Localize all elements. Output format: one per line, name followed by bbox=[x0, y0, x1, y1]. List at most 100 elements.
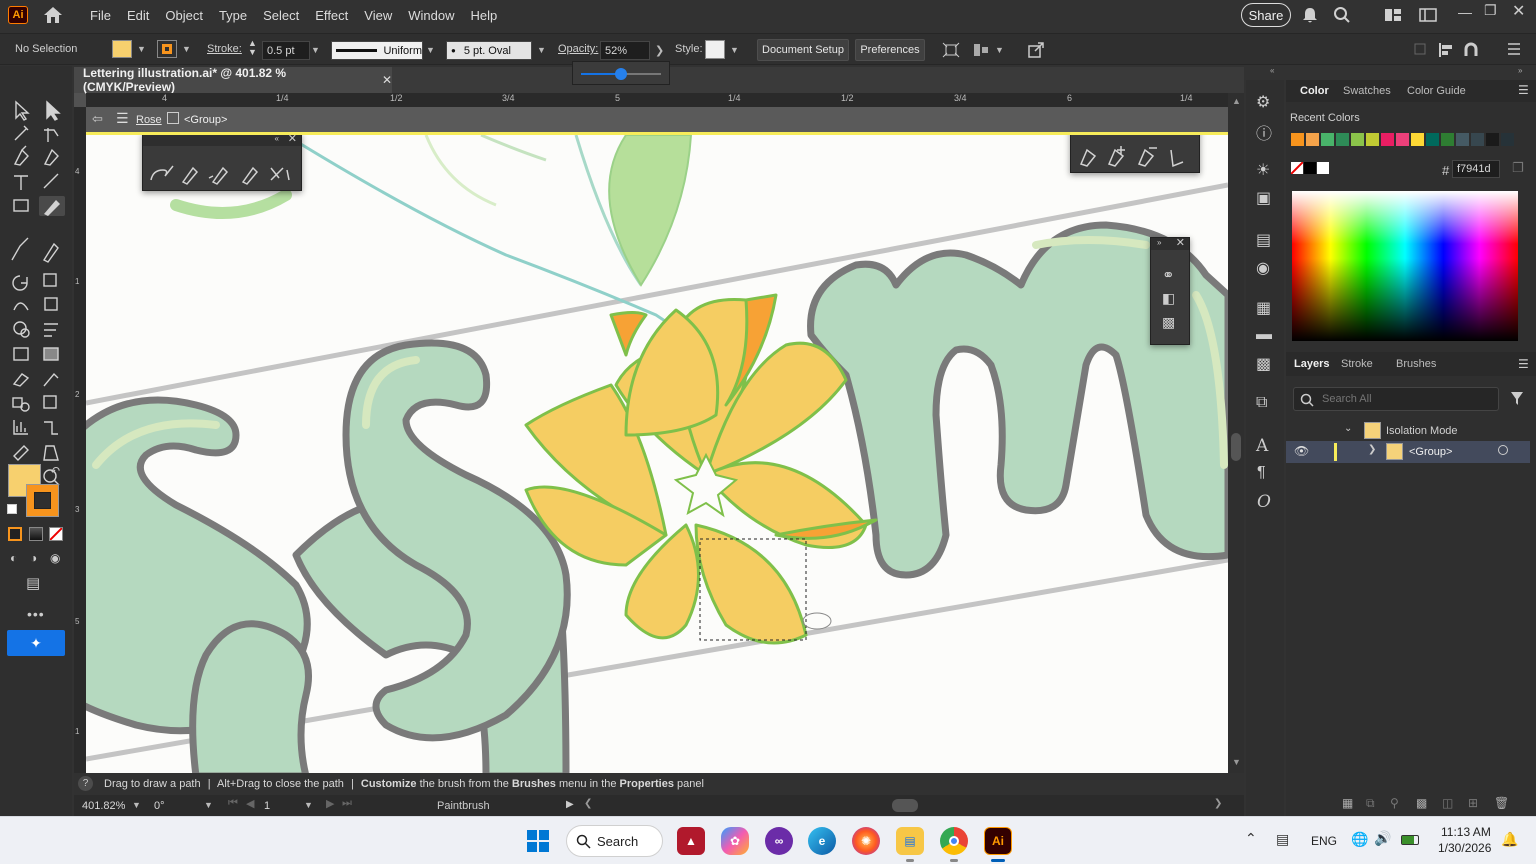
scroll-up-icon[interactable]: ▲ bbox=[1232, 96, 1241, 106]
hex-input[interactable]: f7941d bbox=[1452, 160, 1500, 178]
stroke-stepper-icon[interactable]: ▲ ▼ bbox=[248, 39, 257, 57]
chevron-down-icon[interactable]: ▼ bbox=[311, 45, 320, 55]
menu-object[interactable]: Object bbox=[157, 8, 211, 23]
menu-help[interactable]: Help bbox=[462, 8, 505, 23]
chevron-down-icon[interactable]: ▼ bbox=[204, 800, 213, 810]
network-icon[interactable]: 🌐 bbox=[1351, 831, 1368, 848]
chevron-right-icon[interactable]: ❯ bbox=[655, 44, 664, 57]
chevron-down-icon[interactable]: ▼ bbox=[426, 45, 435, 55]
black-swatch[interactable] bbox=[1304, 162, 1316, 174]
chevron-down-icon[interactable]: ▼ bbox=[182, 44, 191, 54]
restore-icon[interactable]: ❐ bbox=[1484, 2, 1497, 19]
opacity-slider-thumb[interactable] bbox=[615, 68, 627, 80]
appearance-icon[interactable]: ☀ bbox=[1256, 160, 1270, 180]
preferences-button[interactable]: Preferences bbox=[855, 39, 925, 61]
scroll-down-icon[interactable]: ▼ bbox=[1232, 757, 1241, 767]
selection-mode-icon[interactable]: ▩ bbox=[1162, 314, 1175, 331]
recent-color-swatch[interactable] bbox=[1426, 133, 1439, 146]
last-artboard-icon[interactable]: ⏭ bbox=[342, 797, 352, 810]
language-indicator[interactable]: ENG bbox=[1311, 834, 1337, 848]
breadcrumb-rose[interactable]: Rose bbox=[136, 114, 162, 126]
clock-time[interactable]: 11:13 AM bbox=[1441, 825, 1491, 839]
gradient-panel-icon[interactable]: ▤ bbox=[1256, 230, 1271, 250]
layers-search[interactable] bbox=[1293, 387, 1499, 411]
arrange-documents-icon[interactable] bbox=[1384, 8, 1402, 22]
tab-color-guide[interactable]: Color Guide bbox=[1407, 85, 1466, 97]
variable-width-profile[interactable]: Uniform bbox=[331, 41, 423, 60]
tab-brushes[interactable]: Brushes bbox=[1396, 358, 1436, 370]
chevron-down-icon[interactable]: ▼ bbox=[730, 45, 739, 55]
lasso-select-icon[interactable]: ⚭ bbox=[1162, 266, 1175, 284]
locate-object-icon[interactable]: ⚲ bbox=[1390, 796, 1399, 810]
close-panel-icon[interactable]: ✕ bbox=[288, 135, 297, 145]
panel-menu-icon[interactable]: ☰ bbox=[1518, 83, 1529, 97]
minimize-icon[interactable]: — bbox=[1458, 4, 1472, 20]
character-panel-icon[interactable]: A bbox=[1256, 436, 1268, 456]
menu-select[interactable]: Select bbox=[255, 8, 307, 23]
volume-icon[interactable]: 🔊 bbox=[1374, 830, 1391, 847]
floating-side-panel[interactable]: » ✕ ⚭ ◧ ▩ bbox=[1150, 237, 1190, 345]
menu-file[interactable]: File bbox=[82, 8, 119, 23]
layer-row-isolation[interactable]: ⌄ Isolation Mode bbox=[1286, 420, 1536, 441]
edge-icon[interactable]: e bbox=[808, 827, 836, 855]
gradient-mode-icon[interactable] bbox=[29, 527, 43, 541]
eye-icon[interactable]: 👁 bbox=[1294, 444, 1309, 458]
bell-icon[interactable] bbox=[1301, 6, 1319, 24]
align-icon[interactable] bbox=[972, 42, 992, 58]
recent-color-swatch[interactable] bbox=[1396, 133, 1409, 146]
screen-mode-icon[interactable]: ▤ bbox=[26, 574, 40, 592]
taskbar-search[interactable]: Search bbox=[566, 825, 663, 857]
tab-layers[interactable]: Layers bbox=[1294, 358, 1329, 370]
opacity-input[interactable]: 52% bbox=[600, 41, 650, 60]
color-mode-icon[interactable] bbox=[8, 527, 22, 541]
delete-layer-icon[interactable]: 🗑 bbox=[1494, 796, 1509, 810]
collapse-icon[interactable]: « bbox=[275, 135, 279, 143]
menu-effect[interactable]: Effect bbox=[307, 8, 356, 23]
swap-colors-icon[interactable]: ↶ bbox=[50, 464, 60, 478]
windows-start-icon[interactable] bbox=[526, 829, 550, 853]
chevron-down-icon[interactable]: ▼ bbox=[304, 800, 313, 810]
recent-color-swatch[interactable] bbox=[1366, 133, 1379, 146]
recent-color-swatch[interactable] bbox=[1321, 133, 1334, 146]
illustrator-taskbar-icon[interactable]: Ai bbox=[984, 827, 1012, 855]
menu-type[interactable]: Type bbox=[211, 8, 255, 23]
prev-artboard-icon[interactable]: ◀ bbox=[246, 797, 254, 810]
next-artboard-icon[interactable]: ▶ bbox=[326, 797, 334, 810]
transparency-panel-icon[interactable]: ◉ bbox=[1256, 258, 1270, 278]
magnet-icon[interactable] bbox=[1463, 42, 1479, 58]
chevron-down-icon[interactable]: ▼ bbox=[132, 800, 141, 810]
align-left-icon[interactable] bbox=[1438, 42, 1454, 58]
panel-menu-icon[interactable]: ☰ bbox=[1518, 357, 1529, 371]
breadcrumb-group[interactable]: <Group> bbox=[184, 114, 227, 126]
opentype-panel-icon[interactable]: O bbox=[1257, 492, 1271, 512]
workspace-icon[interactable] bbox=[1419, 8, 1437, 22]
more-tools-icon[interactable]: ••• bbox=[27, 606, 45, 622]
recent-color-swatch[interactable] bbox=[1336, 133, 1349, 146]
scroll-thumb[interactable] bbox=[1231, 433, 1241, 461]
pathfinder-icon[interactable]: ▩ bbox=[1256, 354, 1271, 374]
document-tab[interactable]: Lettering illustration.ai* @ 401.82 % (C… bbox=[74, 66, 392, 94]
style-swatch[interactable] bbox=[705, 40, 725, 59]
recent-color-swatch[interactable] bbox=[1291, 133, 1304, 146]
close-tab-icon[interactable]: ✕ bbox=[382, 73, 392, 87]
battery-icon[interactable] bbox=[1401, 835, 1419, 845]
new-layer-icon[interactable]: ⊞ bbox=[1468, 796, 1478, 810]
artboard-canvas[interactable]: «✕ «✕ »✕ ⚭ ◧ ▩ bbox=[86, 132, 1228, 773]
help-icon[interactable]: ? bbox=[78, 776, 93, 791]
scroll-left-icon[interactable]: ❮ bbox=[584, 798, 592, 809]
chevron-down-icon[interactable]: ▼ bbox=[995, 45, 1004, 55]
recent-color-swatch[interactable] bbox=[1306, 133, 1319, 146]
chevron-down-icon[interactable]: ▼ bbox=[537, 45, 546, 55]
home-icon[interactable] bbox=[42, 5, 64, 25]
copilot-icon[interactable]: ✿ bbox=[721, 827, 749, 855]
draw-behind-icon[interactable]: ◑ bbox=[30, 551, 37, 565]
clock-date[interactable]: 1/30/2026 bbox=[1438, 841, 1491, 855]
recent-color-swatch[interactable] bbox=[1441, 133, 1454, 146]
export-layer-icon[interactable]: ⧉ bbox=[1366, 796, 1375, 811]
tab-swatches[interactable]: Swatches bbox=[1343, 85, 1391, 97]
layers-search-input[interactable] bbox=[1322, 391, 1492, 407]
taskbar-app-icon[interactable]: ▲ bbox=[677, 827, 705, 855]
recent-color-swatch[interactable] bbox=[1486, 133, 1499, 146]
rotation-input[interactable]: 0° bbox=[150, 797, 200, 814]
chevron-down-icon[interactable]: ⌄ bbox=[1344, 423, 1352, 434]
